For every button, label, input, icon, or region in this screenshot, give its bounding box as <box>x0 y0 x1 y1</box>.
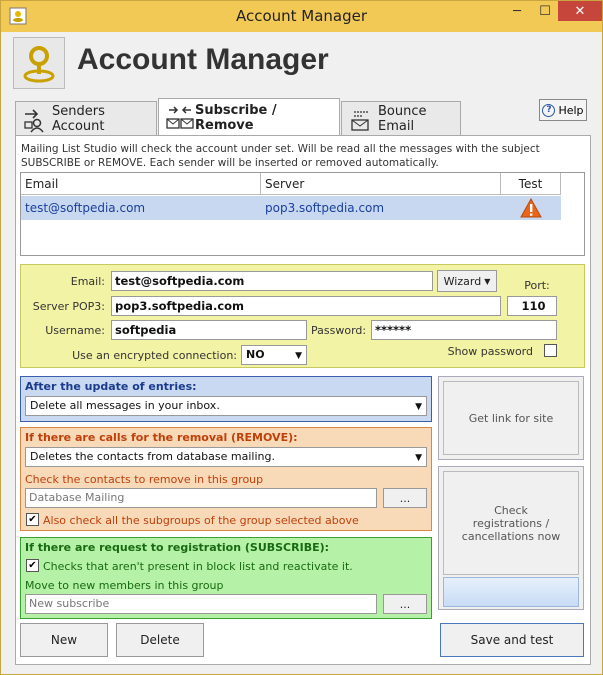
warning-icon <box>520 197 542 218</box>
show-password-checkbox[interactable] <box>544 344 557 357</box>
update-value: Delete all messages in your inbox. <box>30 399 220 412</box>
senders-icon <box>24 109 44 133</box>
logo-icon <box>13 37 65 89</box>
port-input[interactable]: 110 <box>507 296 557 316</box>
subscribe-icon <box>166 106 194 129</box>
panel-description: Mailing List Studio will check the accou… <box>21 143 540 169</box>
minimize-button[interactable]: ─ <box>503 1 531 21</box>
removal-title: If there are calls for the removal (REMO… <box>25 431 298 444</box>
removal-group-input[interactable]: Database Mailing <box>25 488 377 508</box>
email-input[interactable]: test@softpedia.com <box>111 271 433 291</box>
encrypted-value: NO <box>246 348 265 361</box>
help-label: Help <box>558 103 584 117</box>
subscribe-browse-button[interactable]: ... <box>383 594 427 614</box>
encrypted-label: Use an encrypted connection: <box>72 349 237 362</box>
app-window: Account Manager ─ ☐ ✕ Account Manager Se… <box>0 0 603 675</box>
subgroups-label: Also check all the subgroups of the grou… <box>43 514 359 527</box>
blocklist-label: Checks that aren't present in block list… <box>43 560 353 573</box>
blocklist-checkbox[interactable]: ✔ <box>26 559 39 572</box>
tab-label: Senders Account <box>52 103 105 134</box>
update-select[interactable]: Delete all messages in your inbox. ▼ <box>25 396 427 416</box>
server-input[interactable]: pop3.softpedia.com <box>111 296 501 316</box>
removal-select[interactable]: Deletes the contacts from database maili… <box>25 447 427 467</box>
tab-label: Bounce Email <box>378 103 427 134</box>
progress-bar <box>443 577 579 607</box>
chevron-down-icon: ▼ <box>415 402 422 412</box>
check-registrations-button[interactable]: Check registrations / cancellations now <box>443 471 579 575</box>
password-label: Password: <box>311 324 367 337</box>
email-label: Email: <box>70 275 105 288</box>
close-button[interactable]: ✕ <box>558 1 602 21</box>
row-test[interactable] <box>501 196 561 220</box>
accounts-table[interactable]: Email Server Test test@softpedia.com pop… <box>20 172 585 256</box>
subgroups-checkbox[interactable]: ✔ <box>26 513 39 526</box>
maximize-button[interactable]: ☐ <box>531 1 559 21</box>
password-input[interactable]: ****** <box>371 320 557 340</box>
tab-bounce-email[interactable]: Bounce Email <box>341 101 461 135</box>
dropdown-arrow-icon: ▼ <box>484 276 491 286</box>
help-button[interactable]: ? Help <box>539 99 587 121</box>
row-server: pop3.softpedia.com <box>265 201 385 215</box>
checkmark-icon: ✔ <box>28 560 37 571</box>
subscribe-group-input[interactable]: New subscribe <box>25 594 377 614</box>
username-input[interactable]: softpedia <box>111 320 307 340</box>
row-email: test@softpedia.com <box>25 201 146 215</box>
removal-group-label: Check the contacts to remove in this gro… <box>25 473 264 486</box>
bounce-icon <box>351 111 369 131</box>
tab-label: Subscribe / Remove <box>195 102 277 133</box>
subscribe-title: If there are request to registration (SU… <box>25 541 330 554</box>
show-password-label: Show password <box>447 345 533 358</box>
checkmark-icon: ✔ <box>28 514 37 525</box>
update-section: After the update of entries: Delete all … <box>20 376 432 422</box>
update-title: After the update of entries: <box>25 380 197 393</box>
port-label: Port: <box>524 279 550 292</box>
page-title: Account Manager <box>77 43 329 76</box>
move-label: Move to new members in this group <box>25 579 224 592</box>
removal-value: Deletes the contacts from database maili… <box>30 450 275 463</box>
wizard-button[interactable]: Wizard ▼ <box>437 270 497 292</box>
header: Account Manager <box>9 33 595 95</box>
column-test[interactable]: Test <box>501 173 561 195</box>
get-link-box: Get link for site <box>438 376 584 460</box>
subscribe-remove-panel: Mailing List Studio will check the accou… <box>15 135 591 665</box>
column-email[interactable]: Email <box>21 173 261 195</box>
chevron-down-icon: ▼ <box>295 351 302 361</box>
encrypted-select[interactable]: NO ▼ <box>241 345 307 365</box>
new-button[interactable]: New <box>20 623 108 657</box>
wizard-label: Wizard <box>443 274 482 288</box>
tab-senders-account[interactable]: Senders Account <box>15 101 157 135</box>
username-label: Username: <box>45 324 105 337</box>
table-row[interactable]: test@softpedia.com pop3.softpedia.com <box>21 196 561 220</box>
account-settings-box: Email: test@softpedia.com Wizard ▼ Port: … <box>20 264 585 368</box>
removal-section: If there are calls for the removal (REMO… <box>20 427 432 531</box>
subscribe-section: If there are request to registration (SU… <box>20 537 432 619</box>
title-bar: Account Manager ─ ☐ ✕ <box>1 1 602 32</box>
check-registrations-box: Check registrations / cancellations now <box>438 466 584 610</box>
column-server[interactable]: Server <box>261 173 501 195</box>
table-header: Email Server Test <box>21 173 561 195</box>
delete-button[interactable]: Delete <box>116 623 204 657</box>
tab-subscribe-remove[interactable]: Subscribe / Remove <box>158 98 340 136</box>
save-and-test-button[interactable]: Save and test <box>440 623 584 657</box>
help-icon: ? <box>542 103 556 117</box>
get-link-button[interactable]: Get link for site <box>443 381 579 455</box>
server-label: Server POP3: <box>32 300 105 313</box>
chevron-down-icon: ▼ <box>415 453 422 463</box>
removal-browse-button[interactable]: ... <box>383 488 427 508</box>
